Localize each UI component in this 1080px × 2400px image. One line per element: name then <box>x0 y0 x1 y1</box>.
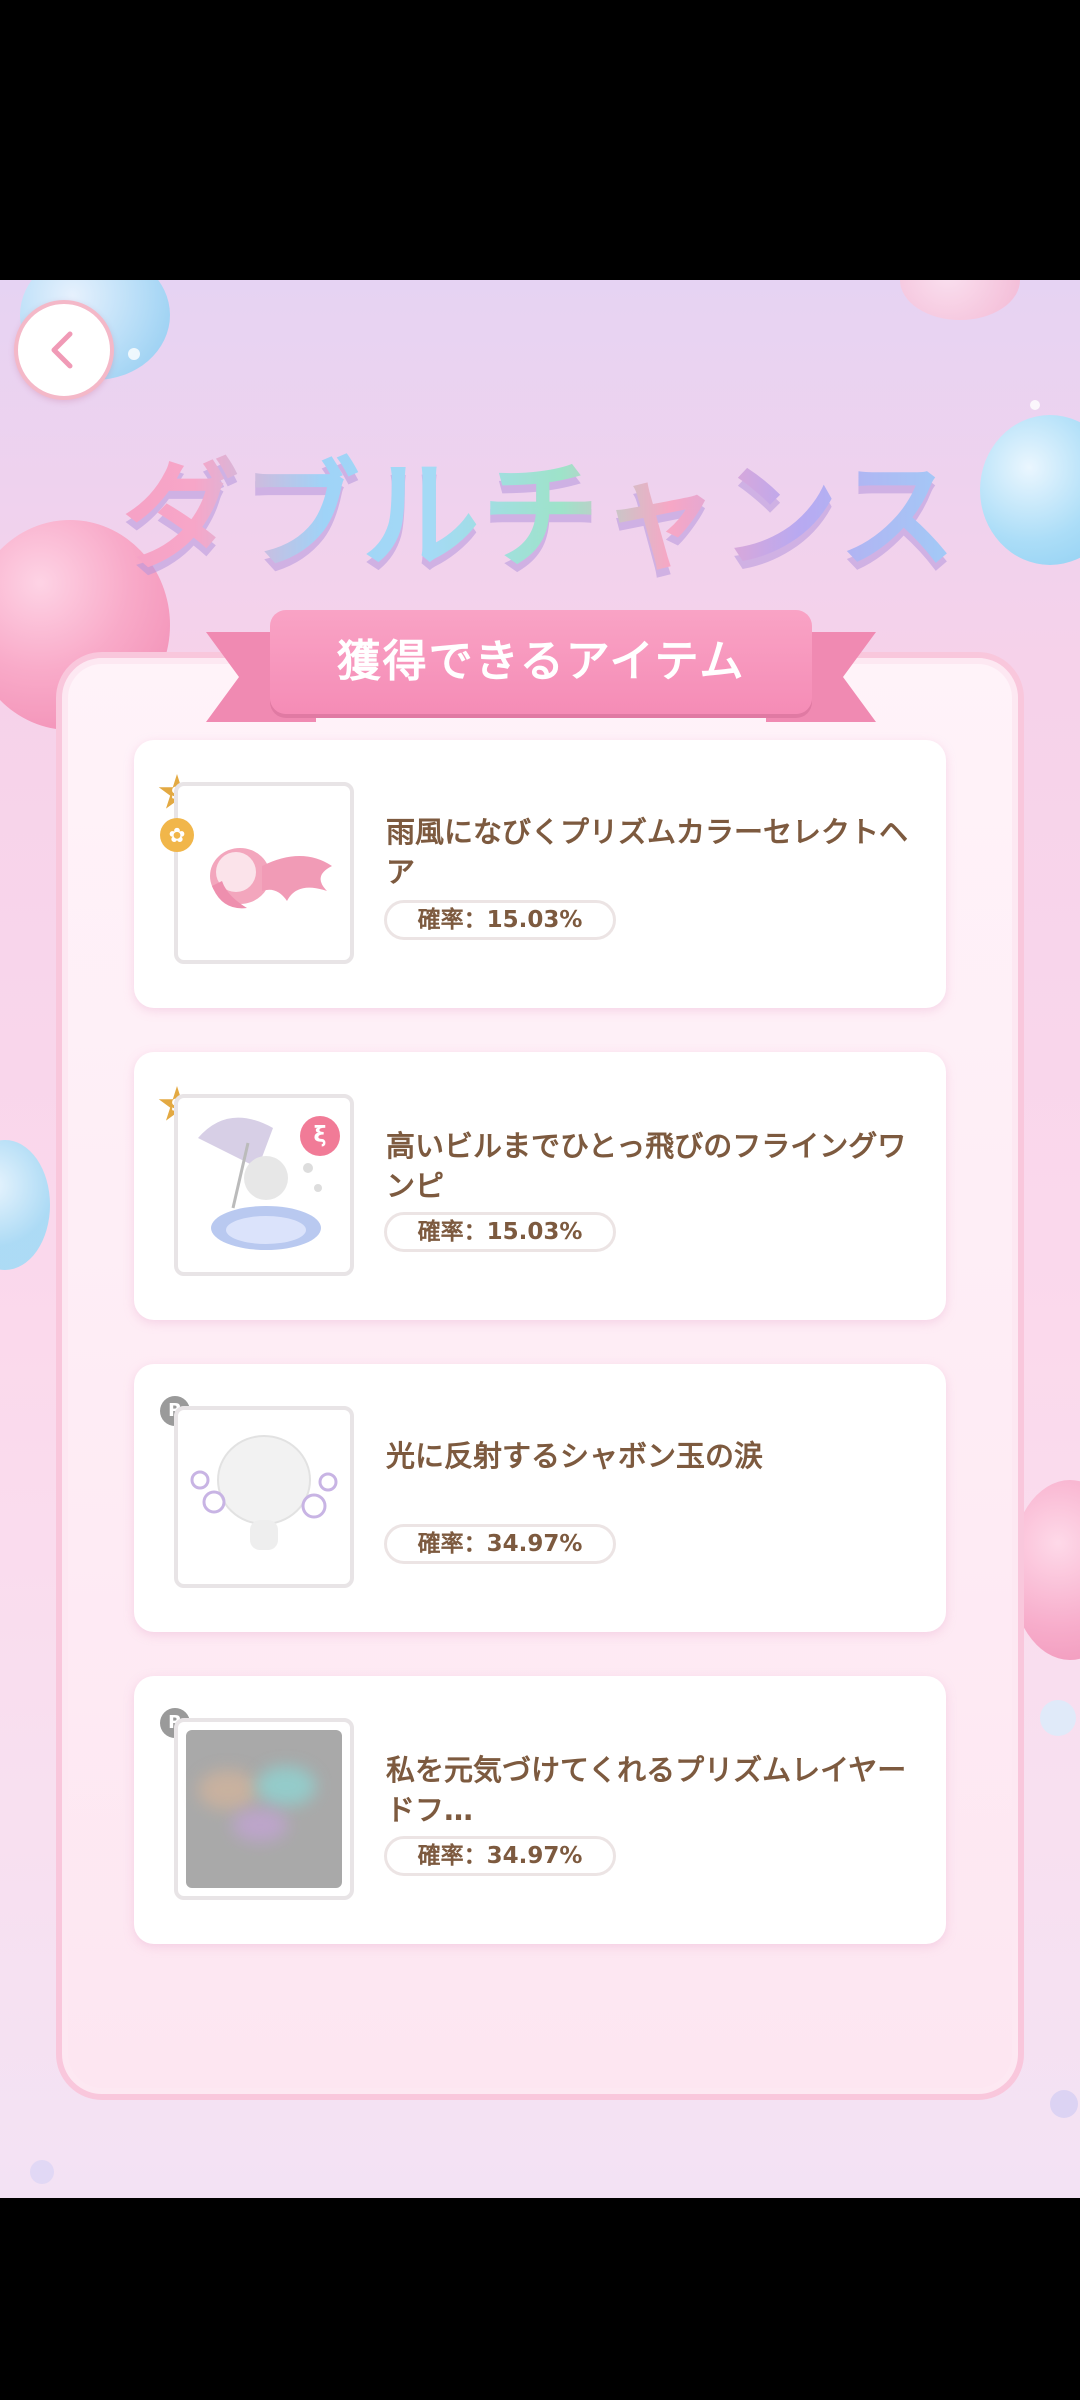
blurred-item-icon <box>186 1730 342 1888</box>
star-badge-icon: ✿ <box>160 818 194 852</box>
back-button[interactable] <box>14 300 114 400</box>
sparkle-decoration <box>1030 400 1040 410</box>
drop-rate: 確率：34.97% <box>384 1836 616 1876</box>
item-card[interactable]: S ξ 高いビルまでひとっ飛びのフライングワンピ 確率：15.03% <box>134 1052 946 1320</box>
item-name: 雨風になびくプリズムカラーセレクトヘア <box>386 815 909 889</box>
chevron-left-icon <box>51 331 73 369</box>
sparkle-decoration <box>30 2160 54 2184</box>
special-badge-icon: ξ <box>300 1116 340 1156</box>
item-name: 光に反射するシャボン玉の涙 <box>386 1439 764 1473</box>
section-ribbon: 獲得できるアイテム <box>206 610 876 722</box>
item-card[interactable]: S ✿ 雨風になびくプリズムカラーセレクトヘア 確率：15.03% <box>134 740 946 1008</box>
page-title: ダブルチャンス <box>0 420 1080 591</box>
pink-hair-icon <box>210 848 332 909</box>
item-card[interactable]: R 光に反射するシャボン玉の涙 確率：34.97% <box>134 1364 946 1632</box>
drop-rate: 確率：34.97% <box>384 1524 616 1564</box>
item-name: 私を元気づけてくれるプリズムレイヤードフ… <box>386 1753 907 1827</box>
item-name: 高いビルまでひとっ飛びのフライングワンピ <box>386 1129 907 1203</box>
bubble-tears-icon <box>190 1435 338 1550</box>
item-thumbnail <box>174 782 354 964</box>
gacha-double-chance-screen: ダブルチャンス 獲得できるアイテム S ✿ 雨風になびくプリズムカラーセレクトヘ… <box>0 280 1080 2198</box>
item-thumbnail <box>174 1718 354 1900</box>
balloon-decoration <box>0 1140 50 1270</box>
drop-rate: 確率：15.03% <box>384 900 616 940</box>
section-heading: 獲得できるアイテム <box>336 636 746 687</box>
sparkle-decoration <box>128 348 140 360</box>
item-card[interactable]: R 私を元気づけてくれるプリズムレイヤードフ… 確率：34.97% <box>134 1676 946 1944</box>
item-thumbnail <box>174 1406 354 1588</box>
sparkle-decoration <box>1040 1700 1076 1736</box>
drop-rate: 確率：15.03% <box>384 1212 616 1252</box>
sparkle-decoration <box>1050 2090 1078 2118</box>
balloon-decoration <box>900 280 1020 320</box>
